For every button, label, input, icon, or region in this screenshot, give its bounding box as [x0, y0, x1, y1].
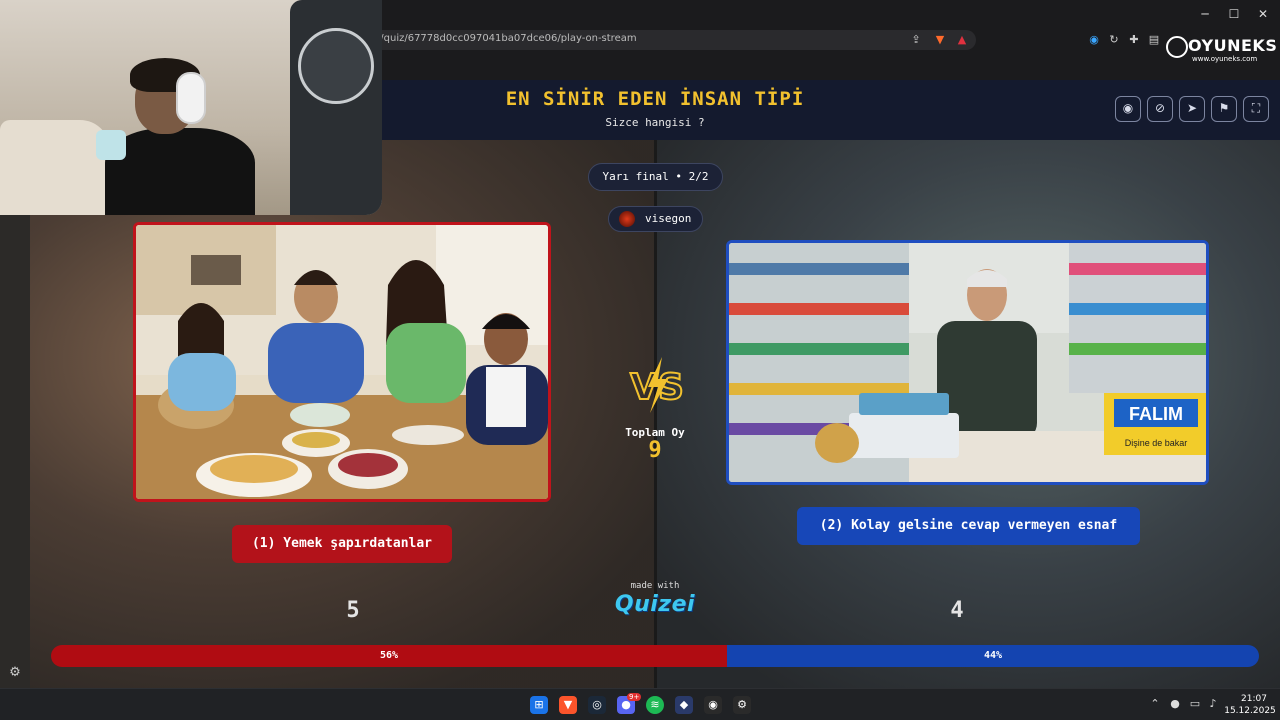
webcam-overlay	[0, 0, 382, 215]
discord-badge: 9+	[627, 693, 642, 701]
option-2-image[interactable]: FALIM Dişine de bakar	[726, 240, 1209, 485]
clock-date[interactable]: 15.12.2025	[1222, 706, 1278, 716]
settings-gear-icon[interactable]: ⚙	[7, 665, 23, 681]
headphones-icon	[176, 72, 206, 124]
obs-taskbar-icon[interactable]: ◉	[704, 696, 722, 714]
falim-slogan: Dişine de bakar	[1125, 438, 1188, 448]
user-badge: visegon	[608, 206, 703, 232]
shopkeeper-illustration: FALIM Dişine de bakar	[729, 243, 1206, 482]
user-name: visegon	[645, 212, 692, 225]
clock-time[interactable]: 21:07	[1232, 694, 1276, 704]
tray-chevron-icon[interactable]: ⌃	[1148, 697, 1162, 711]
fullscreen-button[interactable]: ⛶	[1243, 96, 1269, 122]
oyuneks-logo-icon	[1166, 36, 1188, 58]
family-dinner-illustration	[136, 225, 548, 499]
close-button[interactable]: ✕	[1255, 6, 1271, 22]
webcam-person-body	[105, 128, 255, 215]
option-2-votes: 4	[950, 598, 964, 623]
made-with-text: made with	[630, 581, 680, 591]
sidebar-icon[interactable]: ▤	[1146, 32, 1162, 48]
link-button[interactable]: ⊘	[1147, 96, 1173, 122]
app-taskbar-icon[interactable]: ◆	[675, 696, 693, 714]
brave-taskbar-icon[interactable]: ▼	[559, 696, 577, 714]
start-button[interactable]: ⊞	[530, 696, 548, 714]
audio-icon[interactable]: ◉	[1086, 32, 1102, 48]
option-1-percent-bar: 56%	[51, 645, 727, 667]
sync-icon[interactable]: ↻	[1106, 32, 1122, 48]
oyuneks-watermark: OYUNEKS www.oyuneks.com	[1166, 36, 1278, 68]
share-icon[interactable]: ⇪	[908, 32, 924, 48]
eye-button[interactable]: ◉	[1115, 96, 1141, 122]
network-tray-icon[interactable]: ▭	[1188, 697, 1202, 711]
avatar	[619, 211, 635, 227]
taskbar: ⊞ ▼ ◎ ● 9+ ≋ ◆ ◉ ⚙ ⌃ ● ▭ ♪ 21:07 15.12.2…	[0, 688, 1280, 720]
option-1-label[interactable]: (1) Yemek şapırdatanlar	[232, 525, 452, 563]
maximize-button[interactable]: ☐	[1226, 6, 1242, 22]
option-1-image[interactable]	[133, 222, 551, 502]
option-2-label[interactable]: (2) Kolay gelsine cevap vermeyen esnaf	[797, 507, 1140, 545]
fullscreen-icon: ⛶	[1251, 101, 1261, 115]
brave-shield-icon[interactable]: ▼	[932, 32, 948, 48]
quizei-logo[interactable]: Quizei	[600, 592, 710, 617]
flag-icon: ⚑	[1218, 101, 1230, 115]
eye-icon: ◉	[1122, 101, 1134, 115]
falim-sign: FALIM	[1129, 404, 1183, 424]
minimize-button[interactable]: ─	[1197, 6, 1213, 22]
webcam-sofa	[0, 120, 110, 215]
oyuneks-url: www.oyuneks.com	[1192, 55, 1258, 63]
settings-taskbar-icon[interactable]: ⚙	[733, 696, 751, 714]
oyuneks-name: OYUNEKS	[1188, 36, 1278, 55]
total-votes-value: 9	[648, 438, 662, 463]
brave-rewards-icon[interactable]: ▲	[954, 32, 970, 48]
flag-button[interactable]: ⚑	[1211, 96, 1237, 122]
url-text[interactable]: nt/quiz/67778d0cc097041ba07dce06/play-on…	[370, 33, 637, 44]
address-bar[interactable]: nt/quiz/67778d0cc097041ba07dce06/play-on…	[300, 30, 976, 50]
vs-icon: VS	[629, 357, 685, 413]
option-1-votes: 5	[346, 598, 360, 623]
wolf-sigil-icon	[298, 28, 374, 104]
extensions-icon[interactable]: ✚	[1126, 32, 1142, 48]
round-indicator: Yarı final • 2/2	[588, 163, 723, 191]
link-icon: ⊘	[1154, 101, 1166, 115]
send-button[interactable]: ➤	[1179, 96, 1205, 122]
microphone-icon	[96, 130, 126, 160]
option-2-percent-bar: 44%	[727, 645, 1259, 667]
steam-taskbar-icon[interactable]: ◎	[588, 696, 606, 714]
spotify-taskbar-icon[interactable]: ≋	[646, 696, 664, 714]
mic-tray-icon[interactable]: ●	[1168, 697, 1182, 711]
volume-tray-icon[interactable]: ♪	[1206, 697, 1220, 711]
send-icon: ➤	[1186, 101, 1198, 115]
